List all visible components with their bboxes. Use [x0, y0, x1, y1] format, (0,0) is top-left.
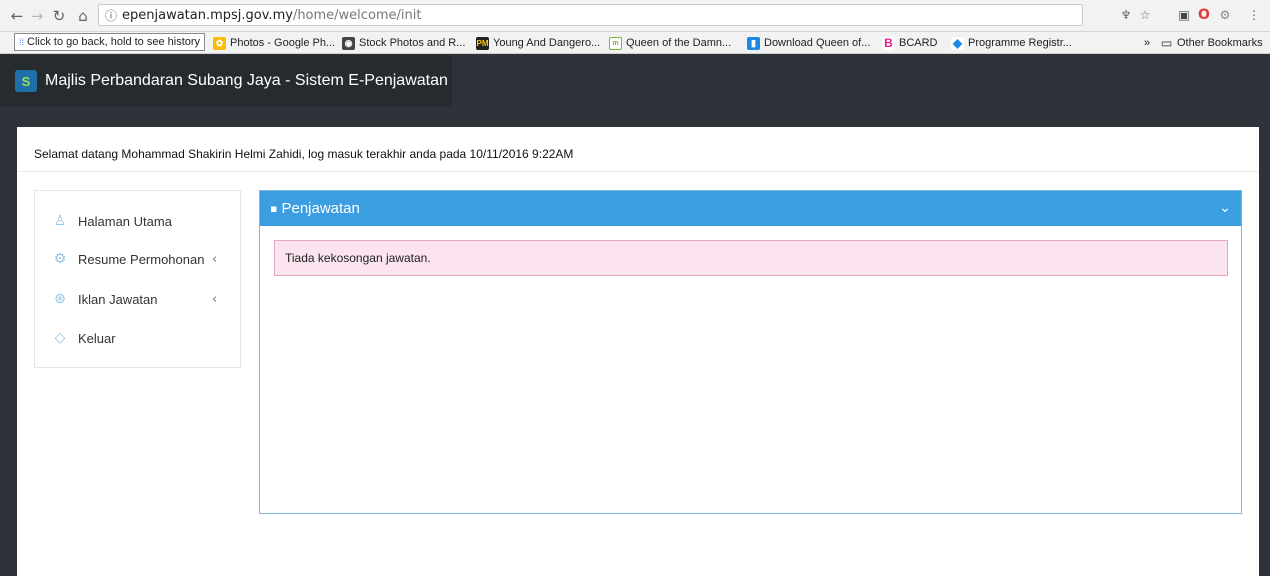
url-host: epenjawatan.mpsj.gov.my	[122, 7, 293, 23]
opera-icon[interactable]: O	[1196, 7, 1212, 23]
panel-header: ▪ Penjawatan ⌄	[260, 191, 1241, 226]
globe-icon: ⊛	[54, 291, 66, 307]
sidebar-item-label: Keluar	[78, 330, 116, 346]
menu-icon[interactable]: ⋮	[1246, 7, 1262, 23]
bookmarks-overflow[interactable]: »	[1144, 35, 1150, 51]
extension-square-icon[interactable]: ▣	[1176, 7, 1192, 23]
reload-icon[interactable]: ↻	[48, 5, 70, 27]
bookmark-item[interactable]: PM Young And Dangero...	[476, 35, 600, 51]
diamond-icon: ◇	[54, 330, 66, 346]
star-icon[interactable]: ☆	[1137, 7, 1153, 23]
bookmark-item[interactable]: B BCARD	[882, 35, 938, 51]
divider	[17, 171, 1259, 172]
url-path: /home/welcome/init	[292, 7, 422, 23]
bookmark-favicon-icon: ◆	[951, 36, 964, 50]
gear-icon: ⚙	[53, 251, 67, 267]
penjawatan-panel: ▪ Penjawatan ⌄ Tiada kekosongan jawatan.	[259, 190, 1242, 514]
bookmark-favicon-icon: B	[882, 36, 895, 50]
welcome-message: Selamat datang Mohammad Shakirin Helmi Z…	[34, 147, 574, 161]
bookmark-favicon-icon: ✿	[213, 36, 226, 50]
sidebar-item-label: Halaman Utama	[78, 213, 172, 229]
sidebar-item-resume-permohonan[interactable]: ⚙ Resume Permohonan ‹	[35, 247, 240, 271]
forward-arrow-icon[interactable]: →	[26, 5, 48, 27]
info-icon[interactable]: ⓘ	[105, 7, 117, 24]
apps-icon: ⁞⁞	[19, 37, 25, 47]
bookmark-favicon-icon: ▮	[747, 36, 760, 50]
sidebar-item-halaman-utama[interactable]: ♙ Halaman Utama	[35, 209, 240, 233]
bookmark-item[interactable]: ✿ Photos - Google Ph...	[213, 35, 335, 51]
back-tooltip: ⁞⁞ Click to go back, hold to see history	[14, 33, 206, 51]
main-content: Selamat datang Mohammad Shakirin Helmi Z…	[17, 127, 1259, 576]
bookmark-favicon-icon: PM	[476, 36, 489, 50]
sidebar-item-label: Resume Permohonan	[78, 251, 205, 267]
chevron-left-icon: ‹	[212, 291, 218, 307]
sidebar: ♙ Halaman Utama ⚙ Resume Permohonan ‹ ⊛ …	[34, 190, 241, 368]
back-arrow-icon[interactable]: ←	[6, 5, 28, 27]
sidebar-item-keluar[interactable]: ◇ Keluar	[35, 326, 240, 350]
app-title: Majlis Perbandaran Subang Jaya - Sistem …	[45, 72, 448, 89]
bookmark-item[interactable]: ▮ Download Queen of...	[747, 35, 870, 51]
other-bookmarks[interactable]: ▭ Other Bookmarks	[1160, 35, 1263, 51]
folder-icon: ▭	[1160, 36, 1173, 50]
extension-gear-icon[interactable]: ⚙	[1217, 7, 1233, 23]
extension-icon[interactable]: ♆	[1118, 7, 1134, 23]
bookmark-favicon-icon: m	[609, 36, 622, 50]
chevron-down-icon[interactable]: ⌄	[1219, 200, 1231, 216]
bookmark-item[interactable]: m Queen of the Damn...	[609, 35, 731, 51]
user-icon: ♙	[53, 213, 67, 229]
mpsj-logo: S	[15, 70, 37, 92]
app-header: S Majlis Perbandaran Subang Jaya - Siste…	[0, 55, 1270, 107]
bookmark-favicon-icon: ◉	[342, 36, 355, 50]
address-bar[interactable]: ⓘ epenjawatan.mpsj.gov.my/home/welcome/i…	[98, 4, 1083, 26]
panel-title: Penjawatan	[281, 200, 360, 217]
browser-toolbar: ← → ↻ ⌂ ⓘ epenjawatan.mpsj.gov.my/home/w…	[0, 0, 1270, 32]
brand[interactable]: S Majlis Perbandaran Subang Jaya - Siste…	[0, 55, 452, 107]
header-subbar	[0, 107, 1270, 127]
gift-icon: ▪	[270, 202, 278, 215]
chevron-left-icon: ‹	[212, 251, 218, 267]
bookmark-item[interactable]: ◉ Stock Photos and R...	[342, 35, 465, 51]
sidebar-item-iklan-jawatan[interactable]: ⊛ Iklan Jawatan ‹	[35, 287, 240, 311]
empty-vacancy-alert: Tiada kekosongan jawatan.	[274, 240, 1228, 276]
sidebar-item-label: Iklan Jawatan	[78, 291, 158, 307]
bookmark-item[interactable]: ◆ Programme Registr...	[951, 35, 1072, 51]
home-icon[interactable]: ⌂	[72, 5, 94, 27]
